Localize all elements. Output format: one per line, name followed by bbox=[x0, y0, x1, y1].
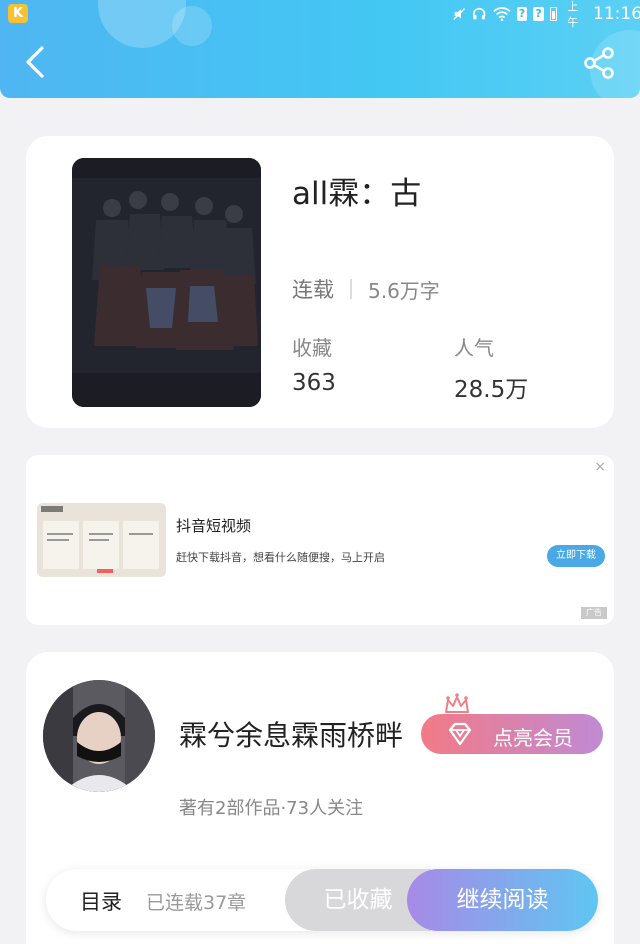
status-icons: ? ? 上午 11:16 bbox=[452, 0, 640, 29]
share-button[interactable] bbox=[582, 46, 616, 80]
sim-icon: ? bbox=[533, 7, 544, 21]
divider bbox=[350, 279, 352, 299]
app-notification-icon: K bbox=[8, 4, 28, 23]
favorites-value: 363 bbox=[292, 370, 336, 396]
author-name[interactable]: 霖兮余息霖雨桥畔 bbox=[179, 714, 403, 754]
table-of-contents-button[interactable]: 目录 bbox=[80, 886, 122, 916]
avatar-photo bbox=[43, 680, 155, 792]
diamond-icon bbox=[448, 722, 472, 746]
cover-photo bbox=[72, 158, 261, 407]
book-cover-image[interactable] bbox=[72, 158, 261, 407]
sim-icon: ? bbox=[516, 7, 528, 21]
top-header: K ? ? 上午 11:16 bbox=[0, 0, 640, 98]
status-time: 11:16 bbox=[593, 4, 640, 24]
ad-download-button[interactable]: 立即下载 bbox=[547, 545, 605, 567]
battery-icon bbox=[549, 7, 558, 21]
continue-reading-button[interactable]: 继续阅读 bbox=[407, 869, 598, 931]
bottom-action-bar: 目录 已连载37章 已收藏 继续阅读 bbox=[46, 869, 598, 931]
chevron-left-icon bbox=[26, 46, 44, 78]
author-meta: 著有2部作品·73人关注 bbox=[179, 798, 364, 819]
popularity-label: 人气 bbox=[454, 336, 494, 360]
wifi-icon bbox=[492, 7, 511, 22]
mute-icon bbox=[453, 8, 466, 20]
vip-button-label: 点亮会员 bbox=[493, 726, 573, 750]
ad-banner[interactable]: × 抖音短视频 赶快下载抖音，想看什么随便搜，马上开启 立即下载 广告 bbox=[26, 455, 614, 625]
book-status-row: 连载 5.6万字 bbox=[292, 274, 440, 304]
chapter-count: 已连载37章 bbox=[146, 892, 247, 914]
author-avatar[interactable] bbox=[43, 680, 155, 792]
book-title: all霖：古 bbox=[292, 176, 422, 212]
back-button[interactable] bbox=[22, 44, 52, 80]
ad-thumbnail bbox=[37, 503, 166, 577]
favorites-label: 收藏 bbox=[292, 336, 332, 360]
popularity-value: 28.5万 bbox=[454, 377, 529, 403]
activate-vip-button[interactable]: 点亮会员 bbox=[421, 693, 603, 754]
status-ampm: 上午 bbox=[567, 0, 579, 29]
ad-image[interactable] bbox=[37, 503, 166, 577]
headphones-icon bbox=[473, 7, 486, 20]
status-bar: K ? ? 上午 11:16 bbox=[0, 0, 640, 29]
ad-tag: 广告 bbox=[581, 607, 607, 619]
word-count: 5.6万字 bbox=[368, 278, 440, 303]
share-icon bbox=[584, 47, 614, 79]
book-info-card: all霖：古 连载 5.6万字 收藏 363 人气 28.5万 bbox=[26, 136, 614, 428]
ad-description: 赶快下载抖音，想看什么随便搜，马上开启 bbox=[176, 551, 385, 564]
ad-title: 抖音短视频 bbox=[176, 517, 252, 535]
ad-close-button[interactable]: × bbox=[594, 459, 606, 475]
serial-status: 连载 bbox=[292, 278, 334, 302]
crown-icon bbox=[445, 693, 469, 713]
